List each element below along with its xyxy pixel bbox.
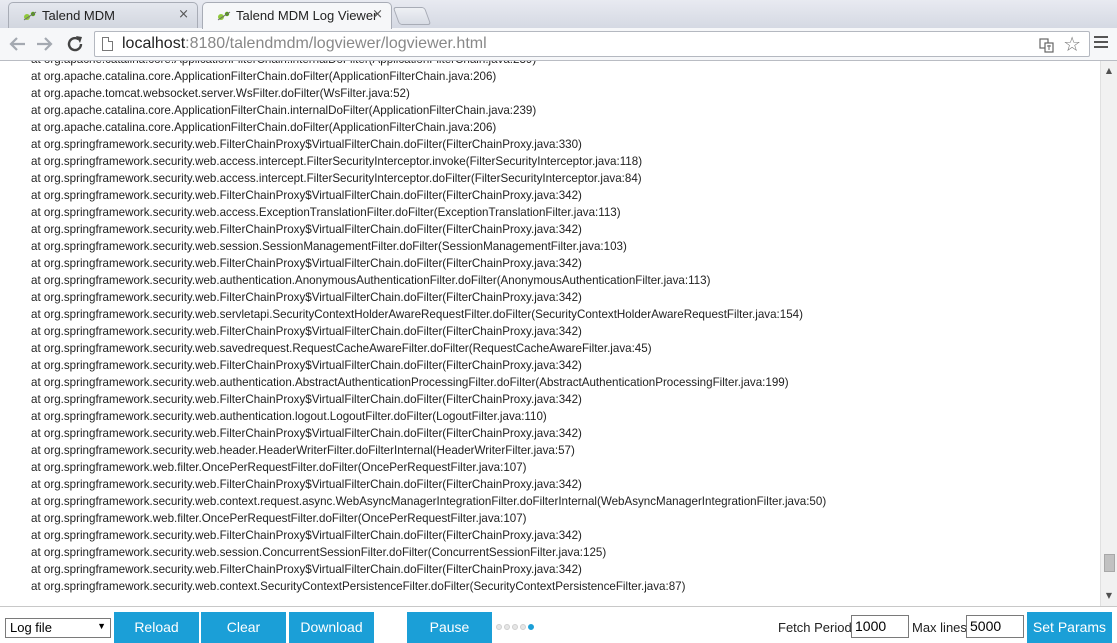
loading-dot: [496, 624, 502, 630]
log-line: at org.springframework.security.web.Filt…: [31, 427, 582, 440]
page-icon: [102, 37, 113, 51]
tab-close-icon[interactable]: ×: [372, 7, 383, 22]
clear-button[interactable]: Clear: [201, 612, 286, 643]
vertical-scrollbar[interactable]: ▲ ▼: [1100, 61, 1117, 606]
scroll-down-arrow-icon[interactable]: ▼: [1101, 588, 1117, 604]
log-file-select[interactable]: Log file ▼: [5, 618, 111, 638]
browser-tab-strip: Talend MDM × Talend MDM Log Viewer ×: [0, 0, 1117, 29]
loading-dot: [504, 624, 510, 630]
download-button[interactable]: Download: [289, 612, 374, 643]
scrollbar-thumb[interactable]: [1104, 554, 1115, 572]
set-params-button[interactable]: Set Params: [1027, 612, 1112, 643]
log-line: at org.apache.tomcat.websocket.server.Ws…: [31, 87, 410, 100]
address-bar[interactable]: localhost:8180/talendmdm/logviewer/logvi…: [94, 31, 1090, 57]
pause-button[interactable]: Pause: [407, 612, 492, 643]
back-arrow-icon[interactable]: [6, 32, 30, 56]
fetch-period-input[interactable]: 1000: [851, 615, 909, 638]
log-line: at org.springframework.web.filter.OncePe…: [31, 512, 527, 525]
log-line: at org.springframework.security.web.cont…: [31, 580, 686, 593]
new-tab-button[interactable]: [392, 7, 432, 25]
log-line: at org.springframework.security.web.acce…: [31, 172, 642, 185]
log-line: at org.springframework.security.web.Filt…: [31, 563, 582, 576]
log-line: at org.apache.catalina.core.ApplicationF…: [31, 61, 1081, 68]
tab-title: Talend MDM: [42, 8, 115, 23]
log-line: at org.springframework.web.filter.OncePe…: [31, 461, 527, 474]
tab-close-icon[interactable]: ×: [178, 7, 189, 22]
log-line: at org.springframework.security.web.Filt…: [31, 189, 582, 202]
log-line: at org.apache.catalina.core.ApplicationF…: [31, 121, 497, 134]
log-line: at org.springframework.security.web.Filt…: [31, 291, 582, 304]
fetch-period-label: Fetch Period:: [778, 620, 856, 635]
log-line: at org.springframework.security.web.acce…: [31, 206, 621, 219]
log-line: at org.springframework.security.web.head…: [31, 444, 575, 457]
log-line: at org.springframework.security.web.cont…: [31, 495, 827, 508]
reload-button[interactable]: Reload: [114, 612, 199, 643]
forward-arrow-icon[interactable]: [32, 32, 56, 56]
loading-dot: [512, 624, 518, 630]
log-line: at org.springframework.security.web.auth…: [31, 410, 547, 423]
star-icon[interactable]: ☆: [1063, 33, 1081, 55]
log-line: at org.springframework.security.web.Filt…: [31, 529, 582, 542]
log-line: at org.springframework.security.web.save…: [31, 342, 652, 355]
log-line: at org.springframework.security.web.Filt…: [31, 223, 582, 236]
log-line: at org.apache.catalina.core.ApplicationF…: [31, 104, 537, 117]
log-line: at org.springframework.security.web.auth…: [31, 376, 789, 389]
url-path: :8180/talendmdm/logviewer/logviewer.html: [185, 35, 487, 52]
log-line: at org.springframework.security.web.Filt…: [31, 325, 582, 338]
talend-favicon-icon: [23, 11, 37, 21]
reload-icon[interactable]: [63, 32, 87, 56]
log-file-select-value: Log file: [10, 620, 52, 635]
max-lines-label: Max lines:: [912, 620, 971, 635]
loading-dot-active: [528, 624, 534, 630]
log-viewer-panel[interactable]: at org.apache.catalina.core.ApplicationF…: [0, 61, 1117, 607]
translate-icon[interactable]: [1039, 37, 1054, 53]
hamburger-menu-icon[interactable]: [1094, 36, 1108, 50]
loading-dot: [520, 624, 526, 630]
url-text[interactable]: localhost:8180/talendmdm/logviewer/logvi…: [122, 35, 487, 53]
dropdown-arrow-icon: ▼: [97, 621, 106, 631]
log-line: at org.springframework.security.web.Filt…: [31, 138, 582, 151]
log-lines: at org.apache.catalina.core.ApplicationF…: [31, 61, 1081, 595]
log-line: at org.springframework.security.web.auth…: [31, 274, 711, 287]
log-line: at org.springframework.security.web.Filt…: [31, 478, 582, 491]
log-line: at org.springframework.security.web.acce…: [31, 155, 643, 168]
tab-title: Talend MDM Log Viewer: [236, 8, 378, 23]
browser-toolbar: localhost:8180/talendmdm/logviewer/logvi…: [0, 28, 1117, 61]
scroll-up-arrow-icon[interactable]: ▲: [1101, 63, 1117, 79]
loading-indicator: [496, 624, 536, 632]
log-line: at org.springframework.security.web.Filt…: [31, 359, 582, 372]
log-line: at org.apache.catalina.core.ApplicationF…: [31, 70, 497, 83]
tab-talend-mdm-log-viewer[interactable]: Talend MDM Log Viewer ×: [202, 2, 392, 29]
max-lines-input[interactable]: 5000: [966, 615, 1024, 638]
url-host: localhost: [122, 35, 186, 52]
talend-favicon-icon: [217, 11, 231, 21]
log-line: at org.springframework.security.web.sess…: [31, 546, 607, 559]
log-line: at org.springframework.security.web.serv…: [31, 308, 803, 321]
log-line: at org.springframework.security.web.Filt…: [31, 257, 582, 270]
log-line: at org.springframework.security.web.Filt…: [31, 393, 582, 406]
log-controls-bar: Log file ▼ Reload Clear Download Pause F…: [0, 607, 1117, 643]
tab-talend-mdm[interactable]: Talend MDM ×: [8, 2, 198, 28]
log-line: at org.springframework.security.web.sess…: [31, 240, 627, 253]
